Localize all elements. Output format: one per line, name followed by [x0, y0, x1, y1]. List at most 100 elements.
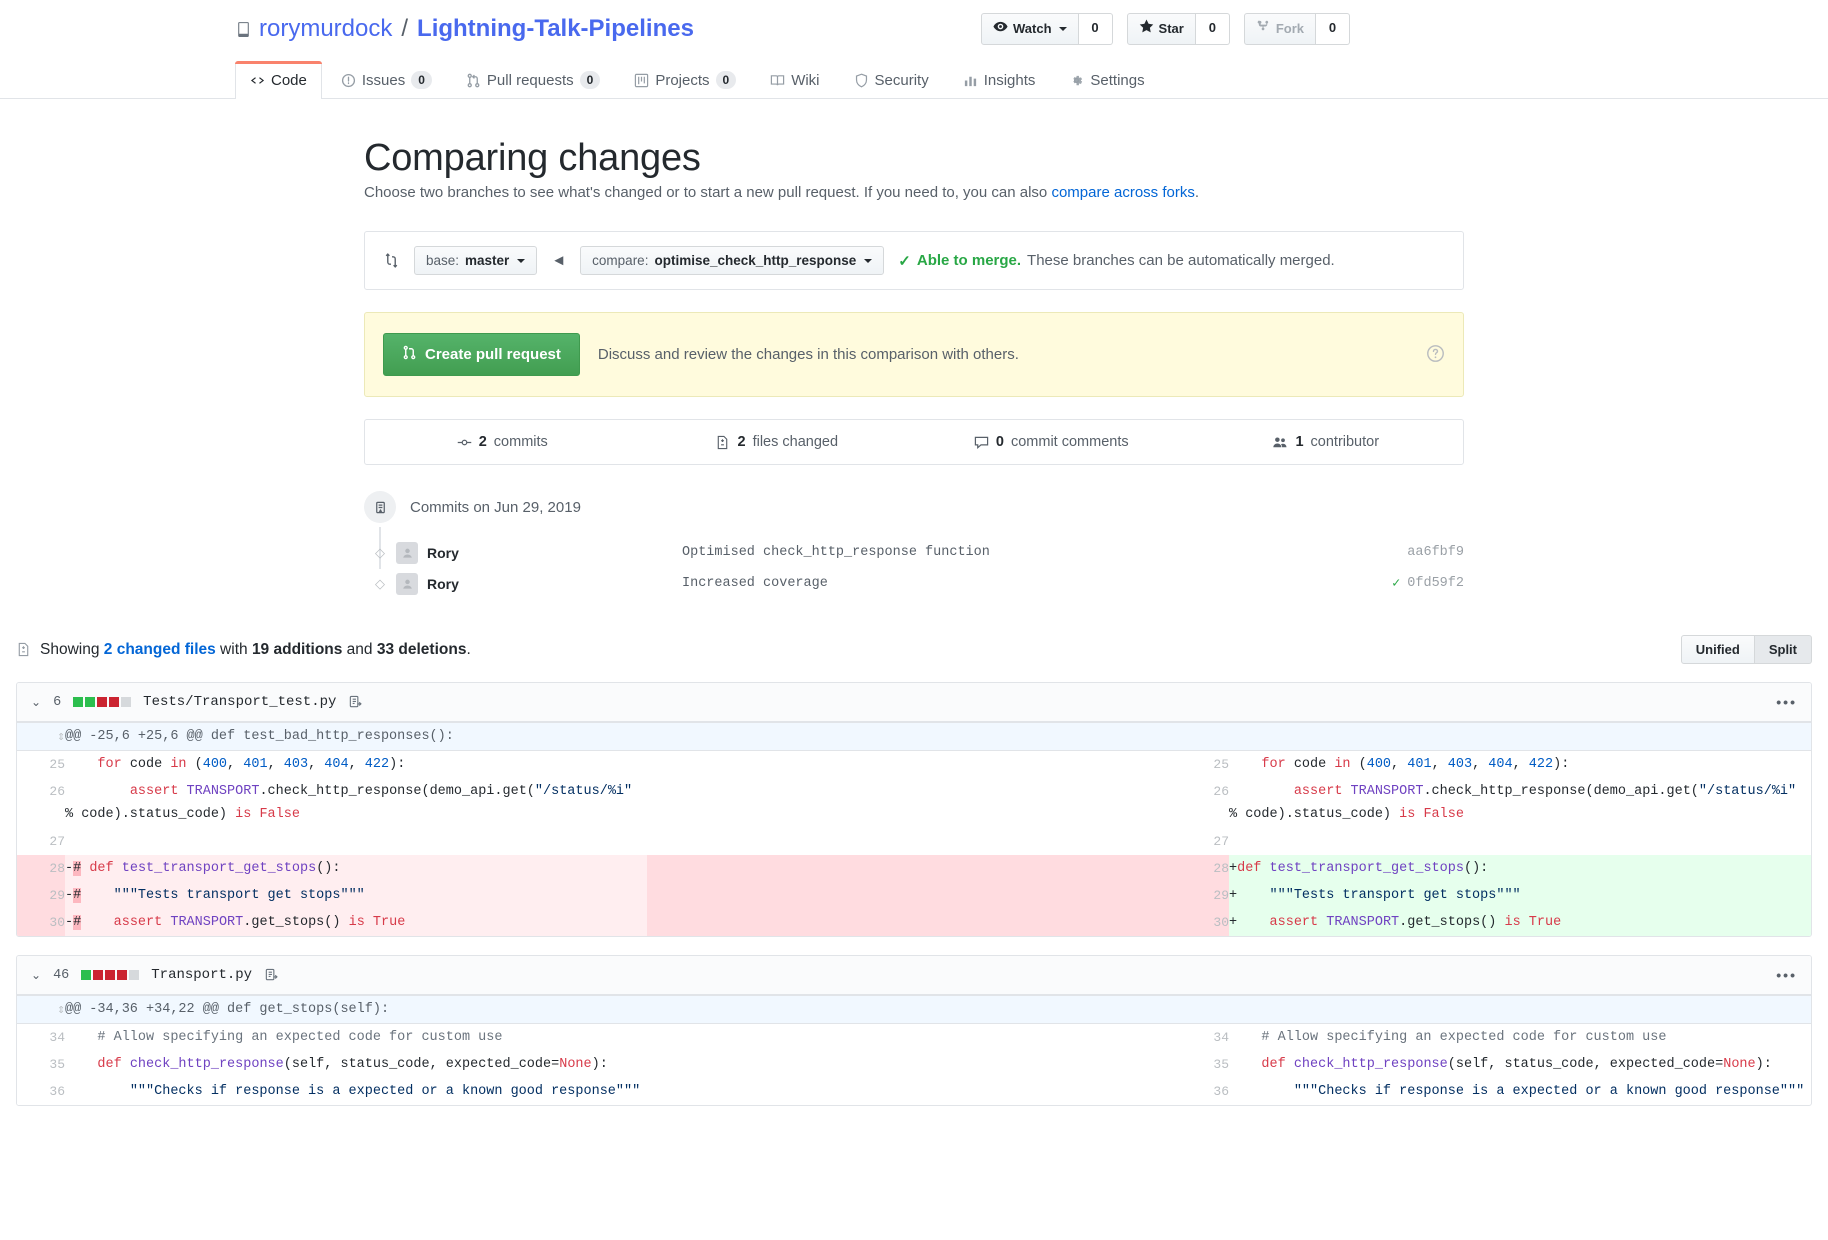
copy-path-icon[interactable]: [348, 695, 363, 710]
stat-commits[interactable]: 2 commits: [365, 434, 640, 450]
changed-files-link[interactable]: 2 changed files: [104, 641, 216, 658]
diff-code-right[interactable]: """Checks if response is a expected or a…: [1229, 1078, 1811, 1105]
tab-wiki[interactable]: Wiki: [755, 61, 834, 99]
diff-code-right[interactable]: +def test_transport_get_stops():: [1229, 855, 1811, 882]
avatar: [396, 541, 418, 564]
help-icon[interactable]: [1426, 344, 1445, 366]
line-number-right: 35: [647, 1051, 1229, 1078]
line-number-right: 26: [647, 778, 1229, 828]
git-pull-request-icon: [402, 345, 417, 364]
diff-row: 25 for code in (400, 401, 403, 404, 422)…: [17, 750, 1811, 779]
stat-contributors[interactable]: 1 contributor: [1189, 434, 1464, 450]
stat-files-changed[interactable]: 2 files changed: [640, 434, 915, 450]
star-button[interactable]: Star: [1126, 13, 1196, 45]
diff-code-right[interactable]: assert TRANSPORT.check_http_response(dem…: [1229, 778, 1811, 828]
line-number-right: 29: [647, 882, 1229, 909]
watch-count[interactable]: 0: [1078, 13, 1113, 45]
diff-code-right[interactable]: [1229, 828, 1811, 855]
fork-label: Fork: [1275, 21, 1304, 36]
diff-code-left[interactable]: assert TRANSPORT.check_http_response(dem…: [65, 778, 647, 828]
tab-projects[interactable]: Projects 0: [619, 61, 751, 99]
tab-insights[interactable]: Insights: [948, 61, 1051, 99]
diff-code-right[interactable]: def check_http_response(self, status_cod…: [1229, 1051, 1811, 1078]
repo-owner-link[interactable]: rorymurdock: [259, 14, 392, 44]
tab-issues[interactable]: Issues 0: [326, 61, 447, 99]
commit-row[interactable]: ◇ Rory Optimised check_http_response fun…: [364, 537, 1464, 568]
subtitle-text-after: .: [1194, 184, 1200, 201]
tab-projects-count: 0: [715, 71, 737, 89]
fork-button[interactable]: Fork: [1243, 13, 1316, 45]
tab-code[interactable]: Code: [235, 61, 322, 99]
tab-settings[interactable]: Settings: [1054, 61, 1159, 99]
tab-insights-label: Insights: [983, 71, 1036, 89]
diff-code-right[interactable]: for code in (400, 401, 403, 404, 422):: [1229, 751, 1811, 779]
diff-code-left[interactable]: -# """Tests transport get stops""": [65, 882, 647, 909]
create-pull-request-button[interactable]: Create pull request: [383, 333, 580, 376]
commit-message[interactable]: Optimised check_http_response function: [682, 545, 1407, 560]
diff-file-header: ⌄ 6 Tests/Transport_test.py •••: [17, 683, 1811, 722]
diff-table: ⇕ @@ -34,36 +34,22 @@ def get_stops(self…: [17, 995, 1811, 1105]
diff-file-menu-button[interactable]: •••: [1776, 694, 1797, 710]
merge-status-rest: These branches can be automatically merg…: [1027, 252, 1335, 269]
shield-icon: [854, 73, 869, 88]
diff-file: ⌄ 6 Tests/Transport_test.py ••• ⇕ @@ -25…: [16, 682, 1812, 937]
diff-code-right[interactable]: + assert TRANSPORT.get_stops() is True: [1229, 909, 1811, 936]
chevron-down-icon[interactable]: ⌄: [31, 695, 41, 709]
showing-suffix: .: [466, 640, 471, 658]
repo-nav-tabs: Code Issues 0 Pull requests 0 Projects 0: [235, 60, 1828, 99]
commit-author[interactable]: Rory: [427, 576, 682, 592]
commit-node-icon: ◇: [375, 575, 385, 591]
line-number-right: 36: [647, 1078, 1229, 1105]
stat-commit-comments[interactable]: 0 commit comments: [914, 434, 1189, 450]
line-number-left: 28: [17, 855, 65, 882]
commit-message[interactable]: Increased coverage: [682, 576, 1392, 591]
repo-name-link[interactable]: Lightning-Talk-Pipelines: [417, 14, 694, 44]
hunk-expand-button[interactable]: ⇕: [17, 995, 65, 1024]
additions-count: 19 additions: [251, 640, 343, 658]
diff-code-left[interactable]: def check_http_response(self, status_cod…: [65, 1051, 647, 1078]
file-diff-icon: [16, 641, 31, 658]
stat-comments-count: 0: [995, 434, 1004, 450]
diff-code-left[interactable]: for code in (400, 401, 403, 404, 422):: [65, 751, 647, 779]
diff-file-name[interactable]: Tests/Transport_test.py: [143, 694, 336, 710]
watch-button-group[interactable]: Watch 0: [981, 13, 1113, 45]
commit-author[interactable]: Rory: [427, 545, 682, 561]
chevron-down-icon: [517, 258, 526, 263]
star-count[interactable]: 0: [1195, 13, 1230, 45]
chevron-down-icon[interactable]: ⌄: [31, 968, 41, 982]
fork-count[interactable]: 0: [1316, 13, 1350, 45]
compare-fork-icon: [383, 252, 400, 269]
unified-view-button[interactable]: Unified: [1680, 635, 1755, 664]
commit-row[interactable]: ◇ Rory Increased coverage ✓ 0fd59f2: [364, 568, 1464, 599]
hunk-expand-button[interactable]: ⇕: [17, 722, 65, 751]
diff-code-left[interactable]: # Allow specifying an expected code for …: [65, 1024, 647, 1052]
diff-code-left[interactable]: [65, 828, 647, 855]
base-branch-selector[interactable]: base: master: [414, 246, 538, 275]
diff-code-left[interactable]: -# def test_transport_get_stops():: [65, 855, 647, 882]
copy-path-icon[interactable]: [264, 968, 279, 983]
commit-sha[interactable]: aa6fbf9: [1407, 545, 1464, 560]
tab-security[interactable]: Security: [839, 61, 944, 99]
commit-sha-value: aa6fbf9: [1407, 545, 1464, 560]
star-button-group[interactable]: Star 0: [1126, 13, 1230, 45]
commit-sha[interactable]: ✓ 0fd59f2: [1392, 575, 1464, 592]
diffstat-bar: [81, 970, 140, 980]
watch-button[interactable]: Watch: [981, 13, 1079, 45]
diff-code-right[interactable]: # Allow specifying an expected code for …: [1229, 1024, 1811, 1052]
compare-branch-selector[interactable]: compare: optimise_check_http_response: [580, 246, 885, 275]
fork-button-group[interactable]: Fork 0: [1243, 13, 1350, 45]
tab-pull-requests[interactable]: Pull requests 0: [451, 61, 615, 99]
commit-group-icon: [364, 491, 396, 523]
diff-code-left[interactable]: """Checks if response is a expected or a…: [65, 1078, 647, 1105]
diff-code-right[interactable]: + """Tests transport get stops""": [1229, 882, 1811, 909]
diff-file-name[interactable]: Transport.py: [151, 967, 252, 983]
base-prefix: base:: [426, 253, 460, 268]
compare-across-forks-link[interactable]: compare across forks: [1051, 184, 1194, 201]
diff-code-left[interactable]: -# assert TRANSPORT.get_stops() is True: [65, 909, 647, 936]
diff-file-menu-button[interactable]: •••: [1776, 967, 1797, 983]
diff-view-toggle: Unified Split: [1680, 635, 1812, 664]
diff-row: 34 # Allow specifying an expected code f…: [17, 1023, 1811, 1052]
split-view-button[interactable]: Split: [1754, 635, 1812, 664]
tab-settings-label: Settings: [1090, 71, 1145, 89]
merge-status-bold: Able to merge.: [916, 252, 1022, 269]
